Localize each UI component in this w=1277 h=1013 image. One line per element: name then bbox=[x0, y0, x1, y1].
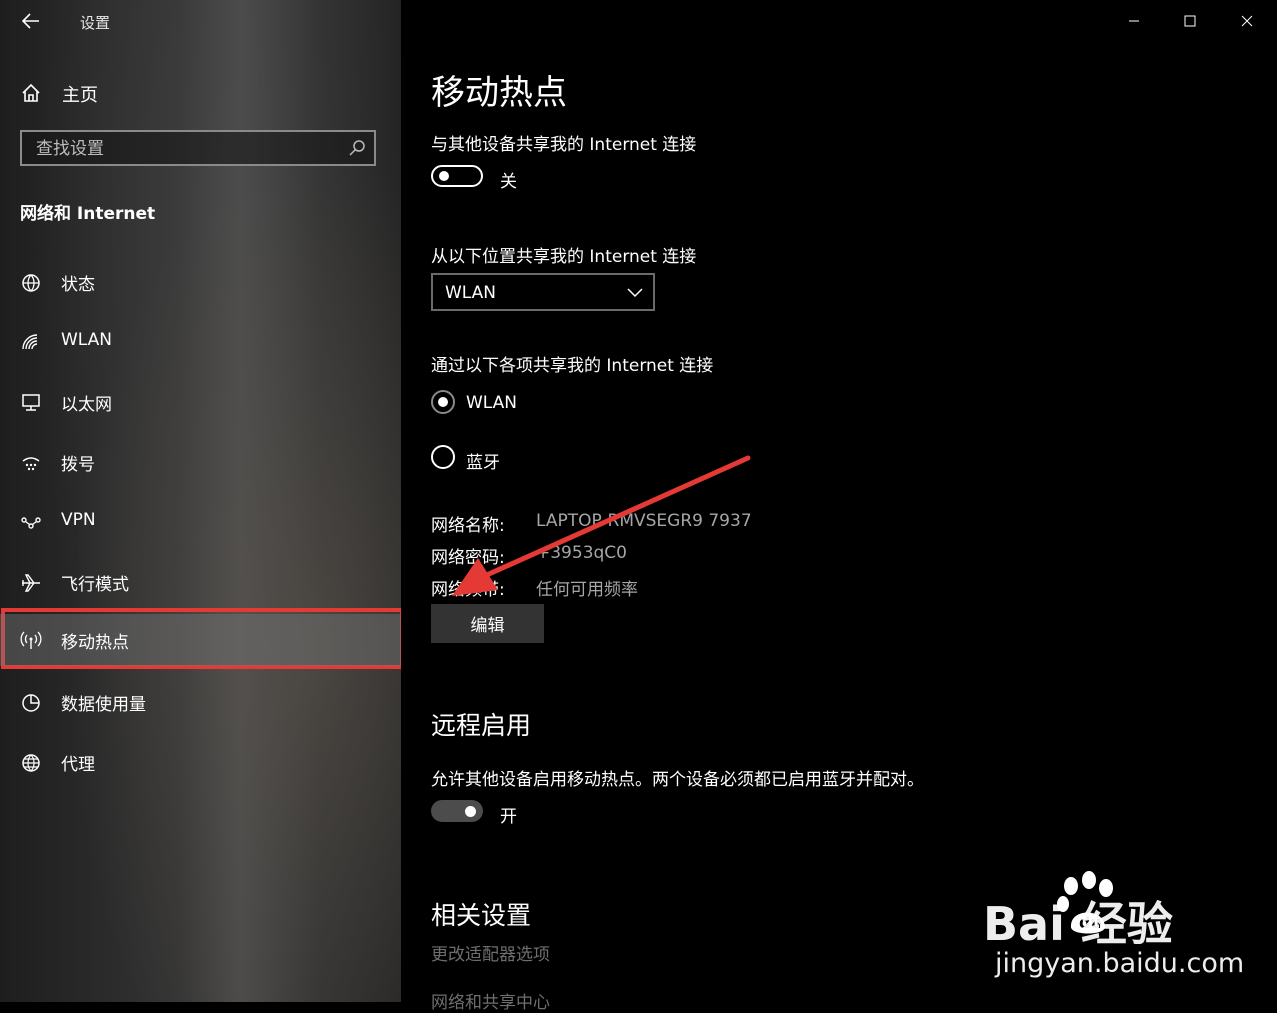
chevron-down-icon bbox=[627, 288, 643, 298]
proxy-globe-icon bbox=[22, 754, 40, 772]
search-input[interactable] bbox=[36, 137, 336, 161]
share-toggle[interactable] bbox=[431, 165, 483, 187]
hotspot-icon bbox=[20, 631, 42, 649]
section-title: 网络和 Internet bbox=[20, 204, 156, 224]
maximize-button[interactable] bbox=[1170, 6, 1210, 36]
close-button[interactable] bbox=[1227, 6, 1267, 36]
sidebar-item-label: 移动热点 bbox=[61, 633, 129, 653]
wifi-icon bbox=[22, 334, 38, 350]
remote-toggle-state: 开 bbox=[500, 807, 517, 827]
maximize-icon bbox=[1184, 15, 1196, 27]
sidebar-item-vpn[interactable]: VPN bbox=[0, 496, 401, 548]
source-select[interactable]: WLAN bbox=[431, 273, 655, 311]
ethernet-icon bbox=[22, 394, 40, 411]
baidu-watermark: du Bai 经验 jingyan.baidu.com bbox=[975, 862, 1275, 1002]
remote-toggle[interactable] bbox=[431, 800, 483, 822]
search-icon bbox=[349, 140, 365, 156]
sidebar-item-label: 代理 bbox=[61, 755, 95, 775]
dialup-icon bbox=[22, 457, 40, 471]
minimize-button[interactable] bbox=[1114, 6, 1154, 36]
radio-wlan-label: WLAN bbox=[466, 393, 518, 413]
vpn-icon bbox=[21, 517, 41, 529]
radio-dot bbox=[438, 397, 448, 407]
share-toggle-state: 关 bbox=[500, 172, 517, 192]
sidebar-item-label: 数据使用量 bbox=[61, 695, 146, 715]
annotation-arrow bbox=[452, 455, 751, 596]
app-title: 设置 bbox=[80, 14, 111, 32]
airplane-icon bbox=[22, 574, 40, 592]
close-icon bbox=[1241, 15, 1253, 27]
radio-wlan[interactable] bbox=[431, 390, 455, 414]
source-label: 从以下位置共享我的 Internet 连接 bbox=[431, 247, 697, 267]
sidebar-item-ethernet[interactable]: 以太网 bbox=[0, 376, 401, 428]
toggle-knob bbox=[439, 171, 449, 181]
sidebar-item-home[interactable]: 主页 bbox=[0, 72, 401, 112]
search-box[interactable] bbox=[20, 130, 376, 166]
watermark-subtitle: jingyan.baidu.com bbox=[995, 948, 1245, 979]
sidebar-item-airplane[interactable]: 飞行模式 bbox=[0, 556, 401, 608]
sidebar-item-home-label: 主页 bbox=[62, 85, 98, 106]
link-adapter-options[interactable]: 更改适配器选项 bbox=[431, 940, 550, 965]
sidebar-item-label: 状态 bbox=[61, 275, 95, 295]
back-button[interactable] bbox=[14, 6, 48, 36]
via-label: 通过以下各项共享我的 Internet 连接 bbox=[431, 356, 714, 376]
sidebar-item-wlan[interactable]: WLAN bbox=[0, 316, 401, 368]
sidebar-item-label: WLAN bbox=[61, 330, 113, 350]
sidebar: 设置 主页 网络和 Internet 状态 WLAN 以太网 拨号 VPN 飞行… bbox=[0, 0, 401, 1002]
back-arrow-icon bbox=[22, 13, 39, 29]
link-network-sharing-center[interactable]: 网络和共享中心 bbox=[431, 988, 550, 1013]
share-label: 与其他设备共享我的 Internet 连接 bbox=[431, 135, 697, 155]
sidebar-item-proxy[interactable]: 代理 bbox=[0, 736, 401, 788]
sidebar-item-status[interactable]: 状态 bbox=[0, 256, 401, 308]
watermark-title: Bai 经验 bbox=[983, 897, 1173, 951]
home-icon bbox=[22, 83, 40, 102]
sidebar-item-data-usage[interactable]: 数据使用量 bbox=[0, 676, 401, 728]
related-section-title: 相关设置 bbox=[431, 901, 532, 930]
toggle-knob bbox=[465, 806, 476, 817]
minimize-icon bbox=[1129, 20, 1139, 22]
sidebar-item-label: 以太网 bbox=[61, 395, 112, 415]
data-usage-icon bbox=[22, 694, 40, 712]
globe-status-icon bbox=[22, 274, 40, 292]
page-title: 移动热点 bbox=[431, 73, 567, 113]
sidebar-item-dialup[interactable]: 拨号 bbox=[0, 436, 401, 488]
sidebar-item-mobile-hotspot[interactable]: 移动热点 bbox=[0, 614, 401, 666]
remote-description: 允许其他设备启用移动热点。两个设备必须都已启用蓝牙并配对。 bbox=[431, 770, 924, 790]
source-select-value: WLAN bbox=[445, 283, 497, 303]
sidebar-item-label: 飞行模式 bbox=[61, 575, 129, 595]
sidebar-item-label: VPN bbox=[61, 510, 96, 530]
remote-section-title: 远程启用 bbox=[431, 711, 532, 740]
sidebar-item-label: 拨号 bbox=[61, 455, 95, 475]
